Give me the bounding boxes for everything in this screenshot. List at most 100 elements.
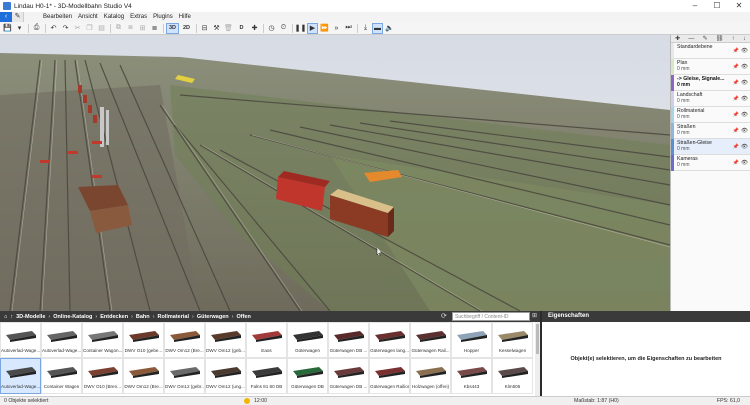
cut-icon[interactable]: ✂ <box>72 23 83 34</box>
faster-icon[interactable]: » <box>331 23 342 34</box>
breadcrumb-item[interactable]: Online-Katalog <box>53 314 92 320</box>
group-icon[interactable]: ⧉ <box>113 23 124 34</box>
plus-icon[interactable]: ✚ <box>249 23 260 34</box>
menu-bearbeiten[interactable]: Bearbeiten <box>40 14 75 20</box>
catalog-item[interactable]: DWV Om12 (gebr... <box>164 358 205 394</box>
add-layer-icon[interactable]: ✚ <box>675 35 680 42</box>
catalog-item[interactable]: Güterwagen Railion <box>369 358 410 394</box>
menu-extras[interactable]: Extras <box>127 14 150 20</box>
catalog-item[interactable]: Autoverlad-Wage... <box>41 322 82 358</box>
visibility-icon[interactable]: 👁 <box>741 128 748 134</box>
refresh-icon[interactable]: ⟳ <box>441 312 447 320</box>
pin-icon[interactable]: 📌 <box>733 64 739 70</box>
download-icon[interactable]: ⤓ <box>360 23 371 34</box>
layers-toggle-icon[interactable]: ▬ <box>372 22 383 34</box>
catalog-item[interactable]: Holzwagen (offen) <box>410 358 451 394</box>
menu-hilfe[interactable]: Hilfe <box>176 14 194 20</box>
time-icon[interactable]: ⏲ <box>278 23 289 34</box>
pin-icon[interactable]: 📌 <box>733 144 739 150</box>
pin-icon[interactable]: 📌 <box>733 160 739 166</box>
layer-item[interactable]: Rollmaterial 0 mm 📌 👁 <box>671 107 750 123</box>
visibility-icon[interactable]: 👁 <box>741 96 748 102</box>
maximize-button[interactable]: ☐ <box>706 0 728 12</box>
paste-icon[interactable]: ▤ <box>96 23 107 34</box>
close-button[interactable]: ✕ <box>728 0 750 12</box>
save-icon[interactable]: 💾 <box>2 23 13 34</box>
catalog-scrollbar[interactable] <box>535 322 540 396</box>
pin-icon[interactable]: 📌 <box>733 128 739 134</box>
minimize-button[interactable]: – <box>684 0 706 12</box>
layer-item[interactable]: -> Gleise, Signale... 0 mm 📌 👁 <box>671 75 750 91</box>
catalog-item[interactable]: DWV Om12 (Bre... <box>164 322 205 358</box>
catalog-item[interactable]: Autoverlad-Wage... <box>0 322 41 358</box>
ungroup-icon[interactable]: ⧈ <box>125 23 136 34</box>
catalog-item[interactable]: Kesselwagen <box>492 322 533 358</box>
catalog-item[interactable]: Klm505 <box>492 358 533 394</box>
layer-link-icon[interactable]: ⛓ <box>716 35 724 42</box>
catalog-item[interactable]: Container Wagon... <box>82 322 123 358</box>
catalog-item[interactable]: Güterwagen DB ... <box>328 322 369 358</box>
move-down-icon[interactable]: ↓ <box>743 36 746 42</box>
catalog-item[interactable]: DWV Om12 (ung... <box>205 358 246 394</box>
trash-icon[interactable]: 🗑 <box>223 23 234 34</box>
catalog-item[interactable]: DWV O10 (gebe... <box>123 322 164 358</box>
pin-icon[interactable]: 📌 <box>733 112 739 118</box>
pause-icon[interactable]: ❚❚ <box>295 23 307 34</box>
skip-end-icon[interactable]: ⏭ <box>343 23 354 34</box>
redo-icon[interactable]: ↷ <box>60 23 71 34</box>
sound-icon[interactable]: 🔈 <box>384 23 395 34</box>
3d-viewport[interactable] <box>0 35 670 311</box>
layer-item[interactable]: Standardebene 📌 👁 <box>671 43 750 59</box>
catalog-item[interactable]: Autoverlad-Wage... <box>0 358 41 394</box>
play-icon[interactable]: ▶ <box>307 22 318 34</box>
pin-icon[interactable]: 📌 <box>733 80 739 86</box>
catalog-item[interactable]: Falns 81 80 DB <box>246 358 287 394</box>
scroll-thumb[interactable] <box>536 324 539 354</box>
catalog-item[interactable]: Güterwagen <box>287 322 328 358</box>
copy-icon[interactable]: ❐ <box>84 23 95 34</box>
menu-ansicht[interactable]: Ansicht <box>75 14 101 20</box>
visibility-icon[interactable]: 👁 <box>741 144 748 150</box>
align-icon[interactable]: ⊞ <box>137 23 148 34</box>
catalog-item[interactable]: Güterwagen DB <box>287 358 328 394</box>
home-icon[interactable]: ⌂ <box>4 314 7 320</box>
move-up-icon[interactable]: ↑ <box>732 36 735 42</box>
search-input[interactable]: Suchbegriff / Content-ID <box>452 312 530 321</box>
layer-item[interactable]: Plan 0 mm 📌 👁 <box>671 59 750 75</box>
layer-item[interactable]: Kameras 0 mm 📌 👁 <box>671 155 750 171</box>
back-button[interactable]: ‹ <box>0 12 12 22</box>
view-3d-button[interactable]: 3D <box>166 22 179 34</box>
view-2d-button[interactable]: 2D <box>180 23 193 34</box>
tools-icon[interactable]: ⚒ <box>211 23 222 34</box>
layer-item[interactable]: Straßen-Gleise 0 mm 📌 👁 <box>671 139 750 155</box>
fast-forward-icon[interactable]: ⏩ <box>319 23 330 34</box>
up-icon[interactable]: ↑ <box>10 314 13 320</box>
catalog-item[interactable]: Container Wagen <box>41 358 82 394</box>
visibility-icon[interactable]: 👁 <box>741 112 748 118</box>
visibility-icon[interactable]: 👁 <box>741 64 748 70</box>
edit-mode-button[interactable]: ✎ <box>12 12 24 22</box>
grid-view-icon[interactable]: ⊞ <box>532 312 537 319</box>
breadcrumb-item[interactable]: Rollmaterial <box>158 314 189 320</box>
layer-item[interactable]: Landschaft 0 mm 📌 👁 <box>671 91 750 107</box>
breadcrumb-item[interactable]: Bahn <box>136 314 150 320</box>
d-button[interactable]: D <box>235 23 248 34</box>
catalog-item[interactable]: Güterwagen Rail... <box>410 322 451 358</box>
list-icon[interactable]: ≣ <box>149 23 160 34</box>
catalog-item[interactable]: Güterwagen DB ... <box>328 358 369 394</box>
catalog-item[interactable]: DWV Om12 (geb... <box>205 322 246 358</box>
catalog-item[interactable]: Kbs443 <box>451 358 492 394</box>
layer-item[interactable]: Straßen 0 mm 📌 👁 <box>671 123 750 139</box>
catalog-item[interactable]: Eaos <box>246 322 287 358</box>
menu-plugins[interactable]: Plugins <box>150 14 176 20</box>
grid-icon[interactable]: ⊟ <box>199 23 210 34</box>
visibility-icon[interactable]: 👁 <box>741 160 748 166</box>
dropdown-icon[interactable]: ▾ <box>14 23 25 34</box>
breadcrumb-item[interactable]: 3D-Modelle <box>16 314 45 320</box>
pin-icon[interactable]: 📌 <box>733 48 739 54</box>
visibility-icon[interactable]: 👁 <box>741 80 748 86</box>
breadcrumb-item[interactable]: Offen <box>236 314 250 320</box>
catalog-item[interactable]: Güterwagen lang... <box>369 322 410 358</box>
print-icon[interactable]: ⎙ <box>31 23 42 34</box>
clock-icon[interactable]: ◷ <box>266 23 277 34</box>
